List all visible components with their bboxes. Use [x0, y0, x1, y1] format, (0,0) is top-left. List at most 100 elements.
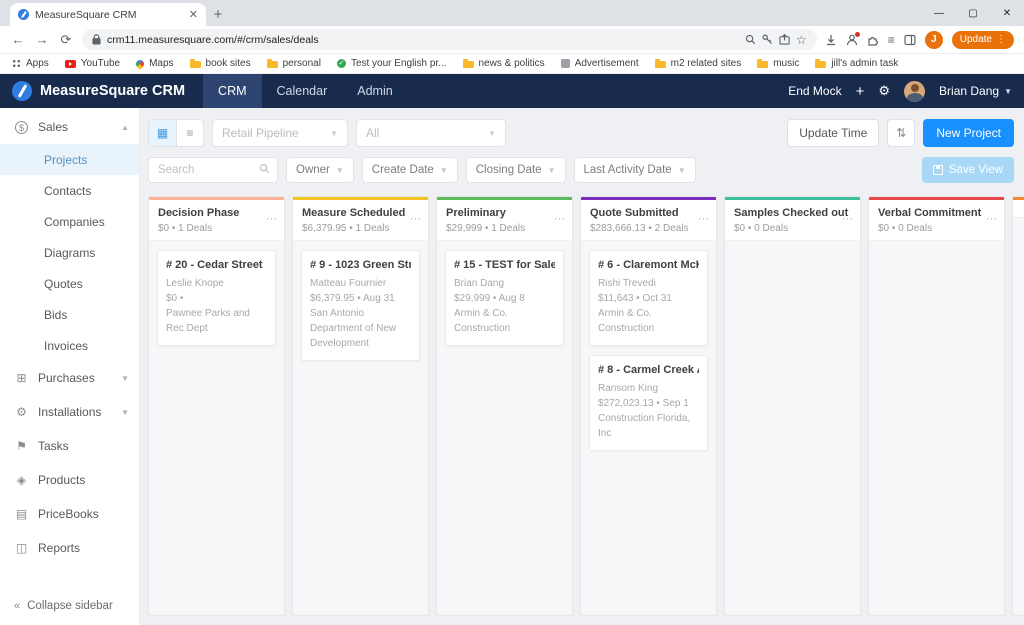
sidebar-subitem-bids[interactable]: Bids: [0, 299, 139, 330]
main-panel: ▦ ≡ Retail Pipeline ▼ All ▼ Update Time …: [140, 108, 1024, 625]
chevron-down-icon: ▼: [478, 129, 496, 138]
end-mock-button[interactable]: End Mock: [788, 84, 841, 98]
chevron-down-icon: ▼: [121, 374, 129, 383]
refresh-button[interactable]: ⟳: [58, 32, 74, 48]
deal-company: Armin & Co. Construction: [598, 306, 699, 336]
sidebar-subitem-quotes[interactable]: Quotes: [0, 268, 139, 299]
forward-button[interactable]: →: [34, 32, 50, 47]
filter-last-activity-date[interactable]: Last Activity Date▼: [574, 157, 696, 183]
column-menu-button[interactable]: ⋯: [554, 214, 565, 225]
chrome-update-button[interactable]: Update ⋮: [952, 31, 1014, 49]
back-button[interactable]: ←: [10, 32, 26, 47]
column-menu-button[interactable]: ⋯: [698, 214, 709, 225]
column-menu-button[interactable]: ⋯: [986, 214, 997, 225]
share-icon[interactable]: [779, 34, 790, 45]
download-icon[interactable]: [825, 34, 837, 46]
nav-tab-crm[interactable]: CRM: [203, 74, 261, 108]
gear-icon[interactable]: ⚙: [878, 83, 890, 99]
reading-list-icon[interactable]: ≡: [888, 33, 895, 47]
sidebar-item-label: Tasks: [38, 439, 129, 453]
extensions-icon[interactable]: [867, 34, 879, 46]
url-bar[interactable]: crm11.measuresquare.com/#/crm/sales/deal…: [82, 29, 817, 50]
deal-card[interactable]: # 9 - 1023 Green Street Matteau Fournier…: [301, 250, 420, 361]
site-info-lock-icon[interactable]: [92, 34, 101, 45]
pipeline-value: Retail Pipeline: [222, 126, 299, 140]
bookmark-star-icon[interactable]: ☆: [796, 33, 807, 47]
bookmark-music[interactable]: music: [757, 58, 799, 69]
list-view-button[interactable]: ≡: [176, 120, 203, 146]
deal-card[interactable]: # 15 - TEST for Sales - R... Brian Dang …: [445, 250, 564, 346]
bookmark-book-sites[interactable]: book sites: [190, 58, 251, 69]
new-tab-button[interactable]: +: [206, 3, 230, 26]
window-maximize-button[interactable]: ▢: [956, 0, 990, 26]
pipeline-select[interactable]: Retail Pipeline ▼: [212, 119, 348, 147]
deal-title: # 20 - Cedar Street: [166, 259, 267, 271]
folder-icon: [655, 61, 666, 68]
search-input[interactable]: [158, 164, 259, 176]
bookmark-jill-s-admin-task[interactable]: jill's admin task: [815, 58, 898, 69]
sidebar-item-installations[interactable]: ⚙Installations▼: [0, 395, 139, 429]
save-view-button[interactable]: Save View: [922, 157, 1014, 183]
sidebar-item-reports[interactable]: ◫Reports: [0, 531, 139, 565]
browser-actions: ≡ J Update ⋮: [825, 31, 1014, 49]
deal-card[interactable]: # 8 - Carmel Creek Apar... Ransom King $…: [589, 355, 708, 451]
bookmark-label: news & politics: [479, 58, 545, 69]
bookmark-label: Apps: [26, 58, 49, 69]
bookmark-label: music: [773, 58, 799, 69]
sidebar-item-pricebooks[interactable]: ▤PriceBooks: [0, 497, 139, 531]
scope-select[interactable]: All ▼: [356, 119, 506, 147]
profile-alert-icon[interactable]: [846, 34, 858, 46]
brand[interactable]: MeasureSquare CRM: [12, 81, 185, 101]
bookmark-youtube[interactable]: YouTube: [65, 58, 120, 69]
filter-create-date[interactable]: Create Date▼: [362, 157, 458, 183]
window-minimize-button[interactable]: —: [922, 0, 956, 26]
collapse-sidebar-button[interactable]: « Collapse sidebar: [0, 587, 139, 625]
search-icon[interactable]: [745, 34, 756, 45]
browser-profile-avatar[interactable]: J: [925, 31, 943, 49]
tab-close-icon[interactable]: ✕: [189, 8, 198, 21]
site-favicon-icon: [18, 9, 29, 20]
sidebar-item-tasks[interactable]: ⚑Tasks: [0, 429, 139, 463]
side-panel-icon[interactable]: [904, 34, 916, 46]
bookmark-m2-related-sites[interactable]: m2 related sites: [655, 58, 742, 69]
search-icon[interactable]: [259, 161, 270, 179]
deal-card[interactable]: # 20 - Cedar Street Leslie Knope $0 • Pa…: [157, 250, 276, 346]
user-avatar[interactable]: [904, 81, 925, 102]
kanban-view-button[interactable]: ▦: [149, 120, 176, 146]
column-menu-button[interactable]: ⋯: [410, 214, 421, 225]
sidebar-subitem-diagrams[interactable]: Diagrams: [0, 237, 139, 268]
sidebar-subitem-contacts[interactable]: Contacts: [0, 175, 139, 206]
window-close-button[interactable]: ✕: [990, 0, 1024, 26]
filter-closing-date[interactable]: Closing Date▼: [466, 157, 566, 183]
bookmark-maps[interactable]: Maps: [136, 58, 173, 69]
column-menu-button[interactable]: ⋯: [266, 214, 277, 225]
add-icon[interactable]: +: [856, 83, 865, 100]
sidebar: $Sales▲ProjectsContactsCompaniesDiagrams…: [0, 108, 140, 625]
bookmark-test-your-english-pr[interactable]: Test your English pr...: [337, 58, 447, 69]
password-key-icon[interactable]: [762, 34, 773, 45]
nav-tab-calendar[interactable]: Calendar: [262, 74, 343, 108]
bookmark-news-politics[interactable]: news & politics: [463, 58, 545, 69]
header-right: End Mock + ⚙ Brian Dang ▼: [788, 81, 1012, 102]
sort-button[interactable]: ⇅: [887, 119, 915, 147]
new-project-button[interactable]: New Project: [923, 119, 1014, 147]
search-box[interactable]: [148, 157, 278, 183]
bookmark-personal[interactable]: personal: [267, 58, 321, 69]
update-time-button[interactable]: Update Time: [787, 119, 879, 147]
sidebar-item-purchases[interactable]: ⊞Purchases▼: [0, 361, 139, 395]
sidebar-item-products[interactable]: ◈Products: [0, 463, 139, 497]
bookmark-advertisement[interactable]: Advertisement: [561, 58, 639, 69]
column-title: Verbal Commitment: [878, 207, 995, 219]
sidebar-subitem-companies[interactable]: Companies: [0, 206, 139, 237]
bookmark-label: personal: [283, 58, 321, 69]
sidebar-item-sales[interactable]: $Sales▲: [0, 110, 139, 144]
bookmark-apps[interactable]: Apps: [12, 58, 49, 69]
sidebar-subitem-invoices[interactable]: Invoices: [0, 330, 139, 361]
browser-tab[interactable]: MeasureSquare CRM ✕: [10, 3, 206, 26]
nav-tab-admin[interactable]: Admin: [342, 74, 407, 108]
column-menu-button[interactable]: ⋯: [842, 214, 853, 225]
sidebar-subitem-projects[interactable]: Projects: [0, 144, 139, 175]
user-menu[interactable]: Brian Dang ▼: [939, 84, 1012, 98]
deal-card[interactable]: # 6 - Claremont McKen... Rishi Trevedi $…: [589, 250, 708, 346]
filter-owner[interactable]: Owner▼: [286, 157, 354, 183]
